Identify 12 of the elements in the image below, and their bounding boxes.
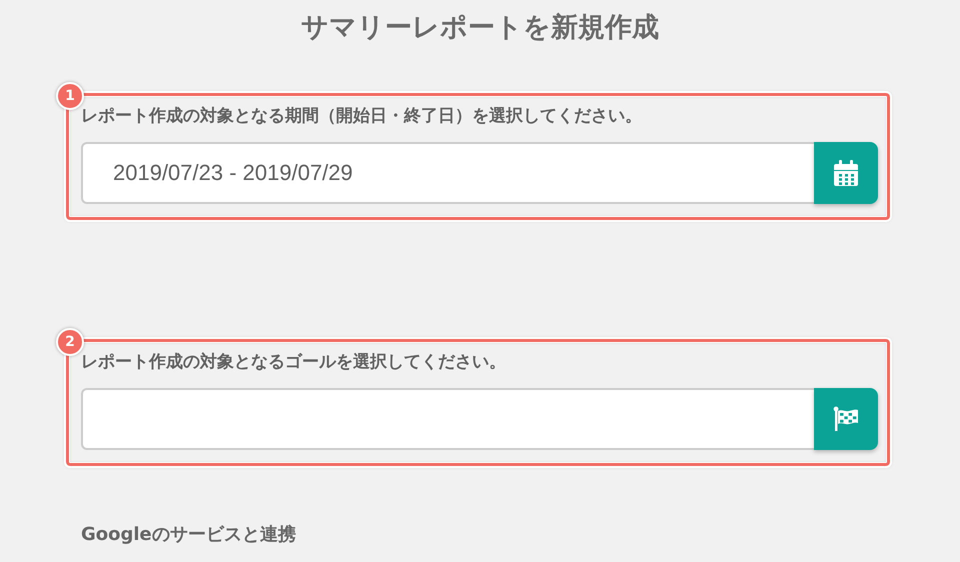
input-field[interactable]: 2019/07/23 - 2019/07/29: [81, 142, 814, 204]
field-label: レポート作成の対象となる期間（開始日・終了日）を選択してください。: [81, 105, 643, 128]
section-heading: Googleのサービスと連携: [81, 523, 297, 546]
step-badge: 2: [56, 328, 84, 356]
input-field[interactable]: [81, 388, 814, 450]
calendar-button[interactable]: [814, 142, 878, 204]
step-badge: 1: [56, 82, 84, 110]
goal-button[interactable]: [814, 388, 878, 450]
page-title: サマリーレポートを新規作成: [300, 11, 660, 45]
checkered-flag-icon: [833, 406, 859, 432]
field-label: レポート作成の対象となるゴールを選択してください。: [81, 351, 507, 374]
calendar-icon: [834, 160, 858, 186]
